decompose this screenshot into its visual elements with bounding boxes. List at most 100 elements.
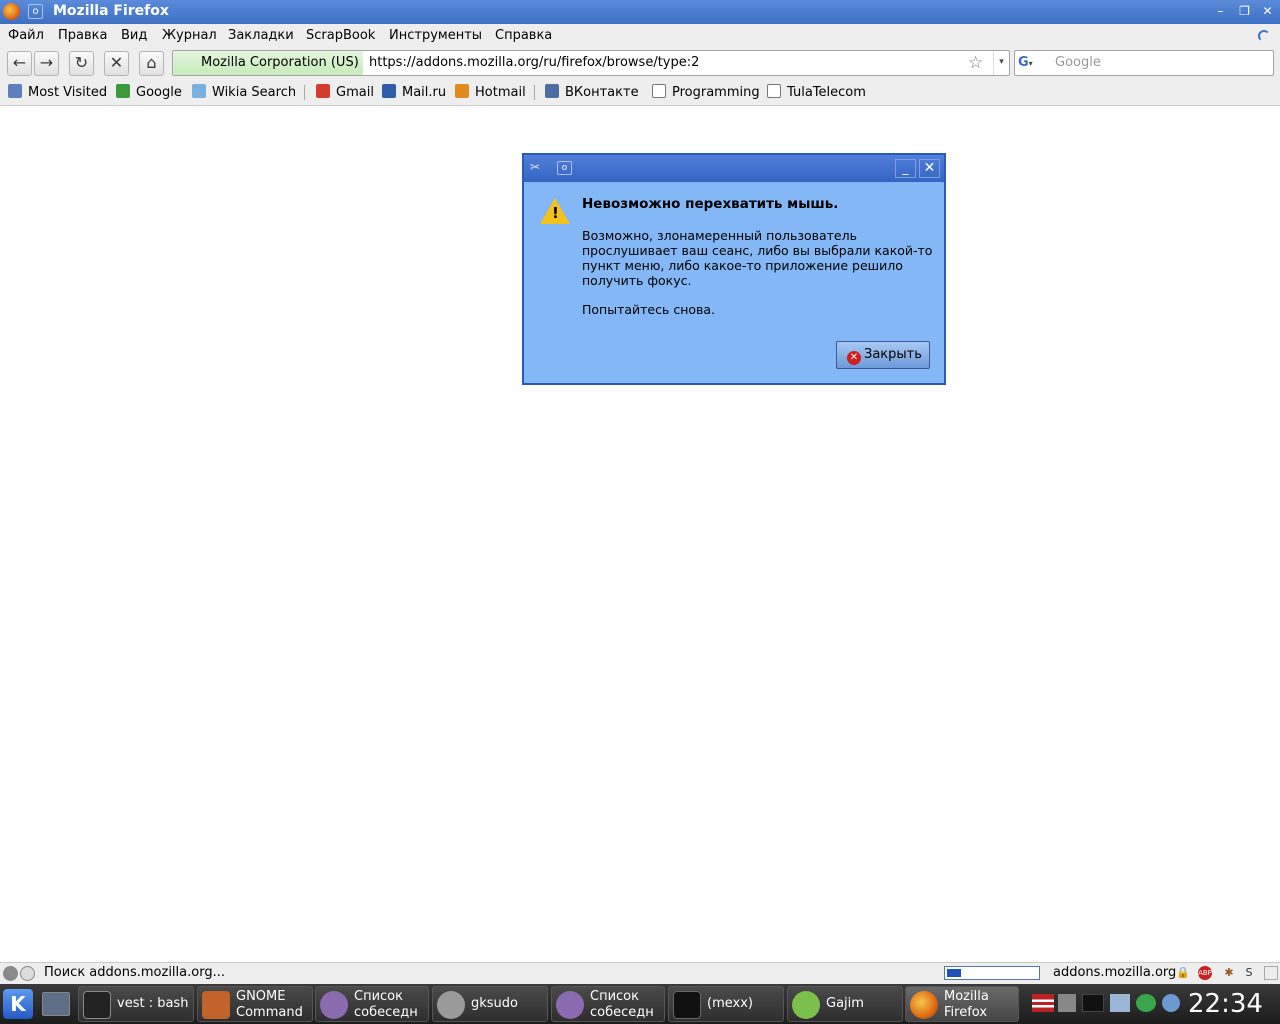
bookmark-label: TulaTelecom — [787, 85, 866, 100]
bookmark-tulatelecom[interactable]: TulaTelecom — [767, 84, 866, 101]
menu-view[interactable]: Вид — [121, 28, 147, 43]
home-button[interactable]: ⌂ — [139, 51, 164, 76]
show-desktop-icon[interactable] — [42, 992, 70, 1016]
bookmark-programming[interactable]: Programming — [652, 84, 760, 101]
task-mexx[interactable]: (mexx) — [668, 986, 784, 1022]
status-host: addons.mozilla.org — [1053, 965, 1177, 980]
menu-tools[interactable]: Инструменты — [389, 28, 482, 43]
bookmark-hotmail[interactable]: Hotmail — [455, 84, 526, 101]
close-button-label: Закрыть — [864, 347, 922, 362]
folder-icon — [8, 84, 22, 98]
bookmark-vkontakte[interactable]: ВКонтакте — [545, 84, 639, 101]
lock-icon[interactable]: 🔒 — [1176, 966, 1190, 980]
update-icon[interactable] — [1136, 994, 1156, 1012]
bookmark-label: Programming — [672, 85, 760, 100]
task-gksudo[interactable]: gksudo — [432, 986, 548, 1022]
reload-button[interactable]: ↻ — [69, 51, 94, 76]
dialog-close-button[interactable]: ✕ — [919, 159, 940, 178]
status-bar: Поиск addons.mozilla.org... addons.mozil… — [0, 962, 1280, 984]
site-identity-badge[interactable]: Mozilla Corporation (US) — [173, 51, 363, 75]
adblock-icon[interactable]: ABP — [1198, 966, 1212, 980]
url-bar[interactable]: Mozilla Corporation (US) https://addons.… — [172, 50, 1010, 76]
engine-dropdown-icon: ▾ — [1028, 59, 1033, 68]
keyboard-layout-us-icon[interactable] — [1032, 994, 1054, 1012]
task-label: GNOME Command — [236, 989, 303, 1020]
status-text: Поиск addons.mozilla.org... — [44, 965, 225, 980]
task-label: Список собеседн — [590, 989, 654, 1020]
taskbar: K vest : bash GNOME Command Список собесед… — [0, 984, 1280, 1024]
dialog-minimize-button[interactable]: _ — [895, 159, 916, 178]
minimize-button[interactable]: – — [1211, 3, 1230, 20]
navigation-toolbar: ← → ↻ ✕ ⌂ Mozilla Corporation (US) https… — [0, 47, 1280, 80]
warning-exclamation: ! — [552, 204, 559, 222]
volume-icon[interactable] — [1058, 994, 1076, 1012]
pin-dialog-icon[interactable]: o — [557, 161, 572, 175]
window-menu-icon[interactable]: ✂ — [530, 160, 544, 176]
kde-menu-icon[interactable]: K — [3, 989, 33, 1019]
menu-edit[interactable]: Правка — [58, 28, 107, 43]
vk-icon — [545, 84, 559, 98]
at-icon — [382, 84, 396, 98]
back-button[interactable]: ← — [7, 51, 32, 76]
s-extension-icon[interactable]: S — [1242, 966, 1256, 980]
search-engine-selector[interactable]: G▾ — [1018, 54, 1044, 72]
bookmark-star-icon[interactable]: ☆ — [968, 52, 983, 74]
grab-mouse-error-dialog: ✂ o _ ✕ ! Невозможно перехватить мышь. В… — [522, 153, 946, 385]
network-icon[interactable] — [1110, 994, 1130, 1012]
task-firefox[interactable]: Mozilla Firefox — [905, 986, 1019, 1022]
bookmarks-toolbar: Most Visited Google Wikia Search Gmail M… — [0, 80, 1280, 106]
menu-help[interactable]: Справка — [495, 28, 552, 43]
task-label: gksudo — [471, 996, 518, 1011]
search-placeholder: Google — [1055, 55, 1101, 70]
task-gnome-commander[interactable]: GNOME Command — [197, 986, 313, 1022]
window-titlebar: o Mozilla Firefox – ❐ ✕ — [0, 0, 1280, 24]
bookmark-wikia-search[interactable]: Wikia Search — [192, 84, 296, 101]
page-icon — [767, 84, 781, 98]
task-label: vest : bash — [117, 996, 189, 1011]
dialog-retry-text: Попытайтесь снова. — [582, 302, 716, 317]
url-text[interactable]: https://addons.mozilla.org/ru/firefox/br… — [369, 51, 699, 75]
bookmark-gmail[interactable]: Gmail — [316, 84, 374, 101]
stop-button[interactable]: ✕ — [104, 51, 129, 76]
task-gajim[interactable]: Gajim — [787, 986, 903, 1022]
menu-scrapbook[interactable]: ScrapBook — [306, 28, 375, 43]
bookmark-label: Mail.ru — [402, 85, 447, 100]
globe-icon[interactable] — [1162, 994, 1180, 1012]
resize-grip-icon[interactable] — [1264, 966, 1278, 980]
search-box[interactable]: G▾ Google — [1014, 50, 1274, 76]
menu-bookmarks[interactable]: Закладки — [228, 28, 294, 43]
clock[interactable]: 22:34 — [1188, 988, 1263, 1020]
forward-button[interactable]: → — [34, 51, 59, 76]
maximize-button[interactable]: ❐ — [1235, 3, 1254, 20]
menu-bar: Файл Правка Вид Журнал Закладки ScrapBoo… — [0, 24, 1280, 47]
task-terminal[interactable]: vest : bash — [78, 986, 194, 1022]
bookmark-google[interactable]: Google — [116, 84, 182, 101]
task-label: (mexx) — [707, 996, 753, 1011]
close-button[interactable]: ✕ Закрыть — [836, 341, 930, 369]
task-pidgin-buddy-list[interactable]: Список собеседн — [315, 986, 429, 1022]
task-pidgin-buddy-list-2[interactable]: Список собеседн — [551, 986, 665, 1022]
menu-history[interactable]: Журнал — [162, 28, 217, 43]
connection-icon — [3, 966, 18, 981]
gajim-icon — [792, 991, 820, 1019]
gnome-command-icon — [202, 991, 230, 1019]
close-window-button[interactable]: ✕ — [1258, 3, 1277, 20]
firefox-icon — [910, 991, 938, 1019]
pidgin-icon — [556, 991, 584, 1019]
tray-app-icon[interactable] — [1082, 994, 1104, 1012]
bookmark-mailru[interactable]: Mail.ru — [382, 84, 446, 101]
bookmark-label: Gmail — [336, 85, 374, 100]
dialog-message: Возможно, злонамеренный пользователь про… — [582, 228, 933, 288]
dialog-titlebar: ✂ o _ ✕ — [524, 155, 944, 182]
firefox-logo-icon — [3, 3, 20, 20]
bookmark-most-visited[interactable]: Most Visited — [8, 84, 107, 101]
terminal-icon — [83, 991, 111, 1019]
page-icon — [652, 84, 666, 98]
url-history-dropdown[interactable]: ▾ — [993, 51, 1009, 75]
pin-window-icon[interactable]: o — [28, 4, 43, 19]
task-label: Mozilla Firefox — [944, 989, 989, 1020]
menu-file[interactable]: Файл — [8, 28, 44, 43]
bookmark-label: Wikia Search — [212, 85, 297, 100]
msn-icon — [455, 84, 469, 98]
firebug-icon[interactable]: ✱ — [1222, 966, 1236, 980]
